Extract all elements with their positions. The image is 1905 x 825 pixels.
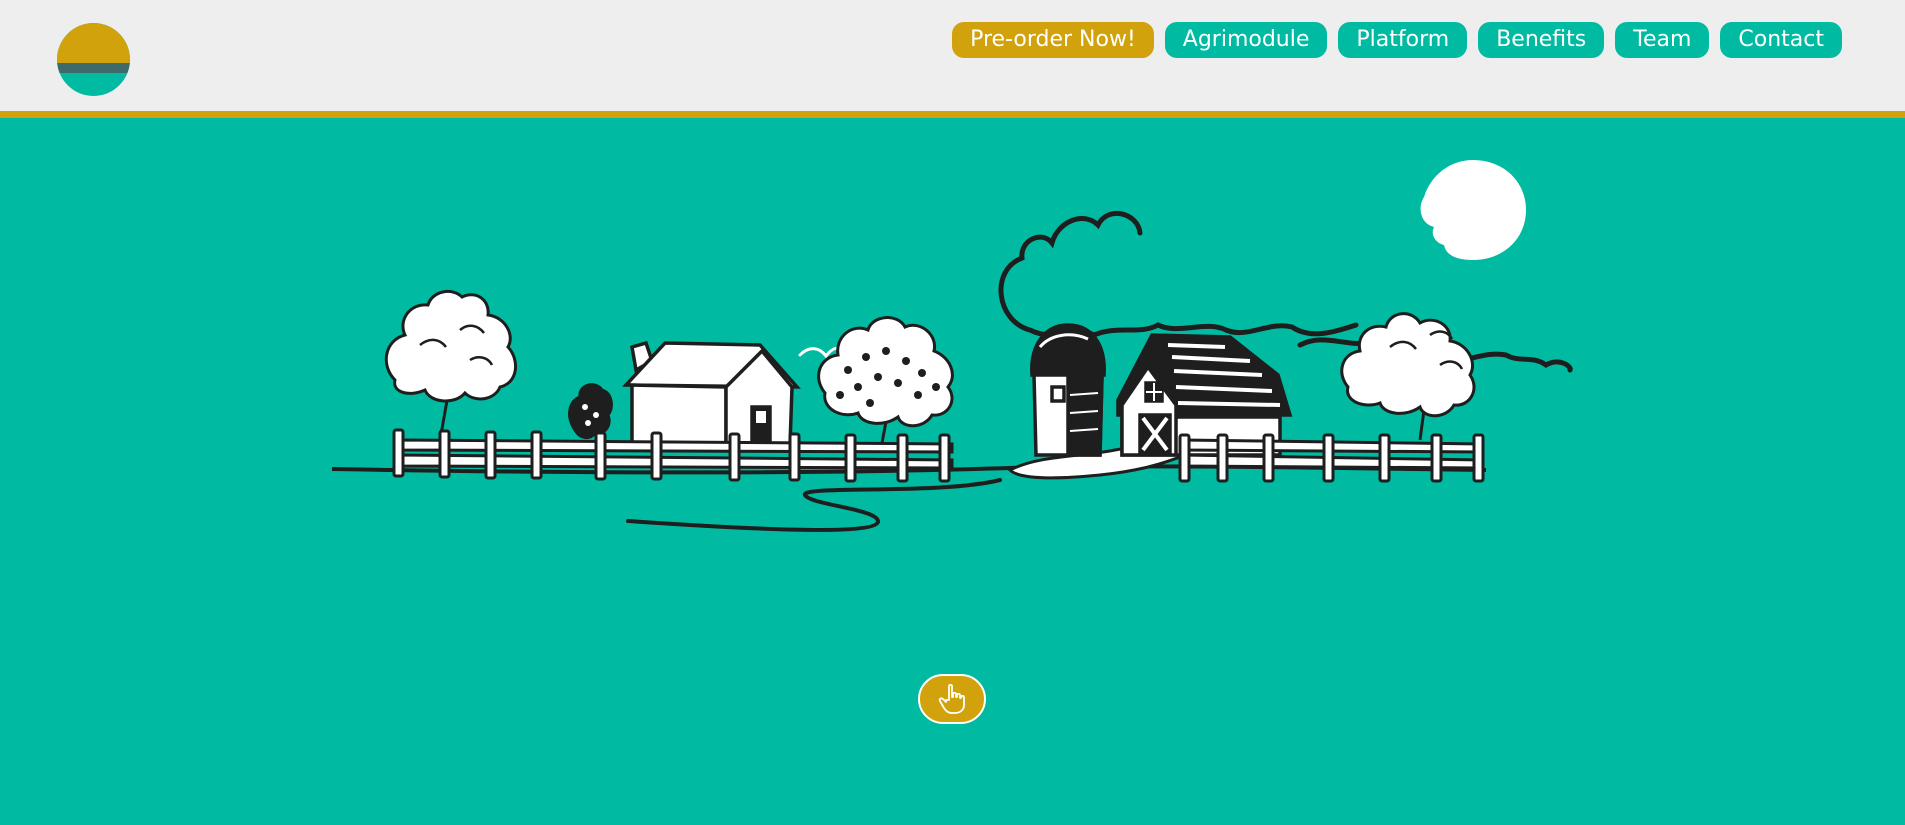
moon — [1420, 160, 1526, 260]
logo[interactable] — [57, 23, 130, 96]
fence-right — [1178, 433, 1485, 483]
main-nav: Pre-order Now! Agrimodule Platform Benef… — [952, 22, 1842, 58]
house — [622, 340, 801, 449]
scroll-cta-button[interactable] — [918, 674, 986, 724]
path — [626, 478, 1002, 532]
nav-benefits[interactable]: Benefits — [1478, 22, 1605, 58]
preorder-button[interactable]: Pre-order Now! — [952, 22, 1154, 58]
tree-left — [384, 289, 517, 441]
logo-stripe — [57, 63, 130, 73]
pointing-hand-icon — [938, 683, 965, 714]
nav-team[interactable]: Team — [1615, 22, 1710, 58]
tree-right — [1340, 312, 1476, 441]
nav-contact[interactable]: Contact — [1720, 22, 1842, 58]
bush — [568, 383, 613, 439]
nav-platform[interactable]: Platform — [1338, 22, 1468, 58]
site-header: Pre-order Now! Agrimodule Platform Benef… — [0, 0, 1905, 118]
nav-agrimodule[interactable]: Agrimodule — [1164, 22, 1328, 58]
silo — [1030, 323, 1106, 457]
fruit-tree — [817, 316, 954, 444]
logo-sun-top — [57, 23, 130, 63]
